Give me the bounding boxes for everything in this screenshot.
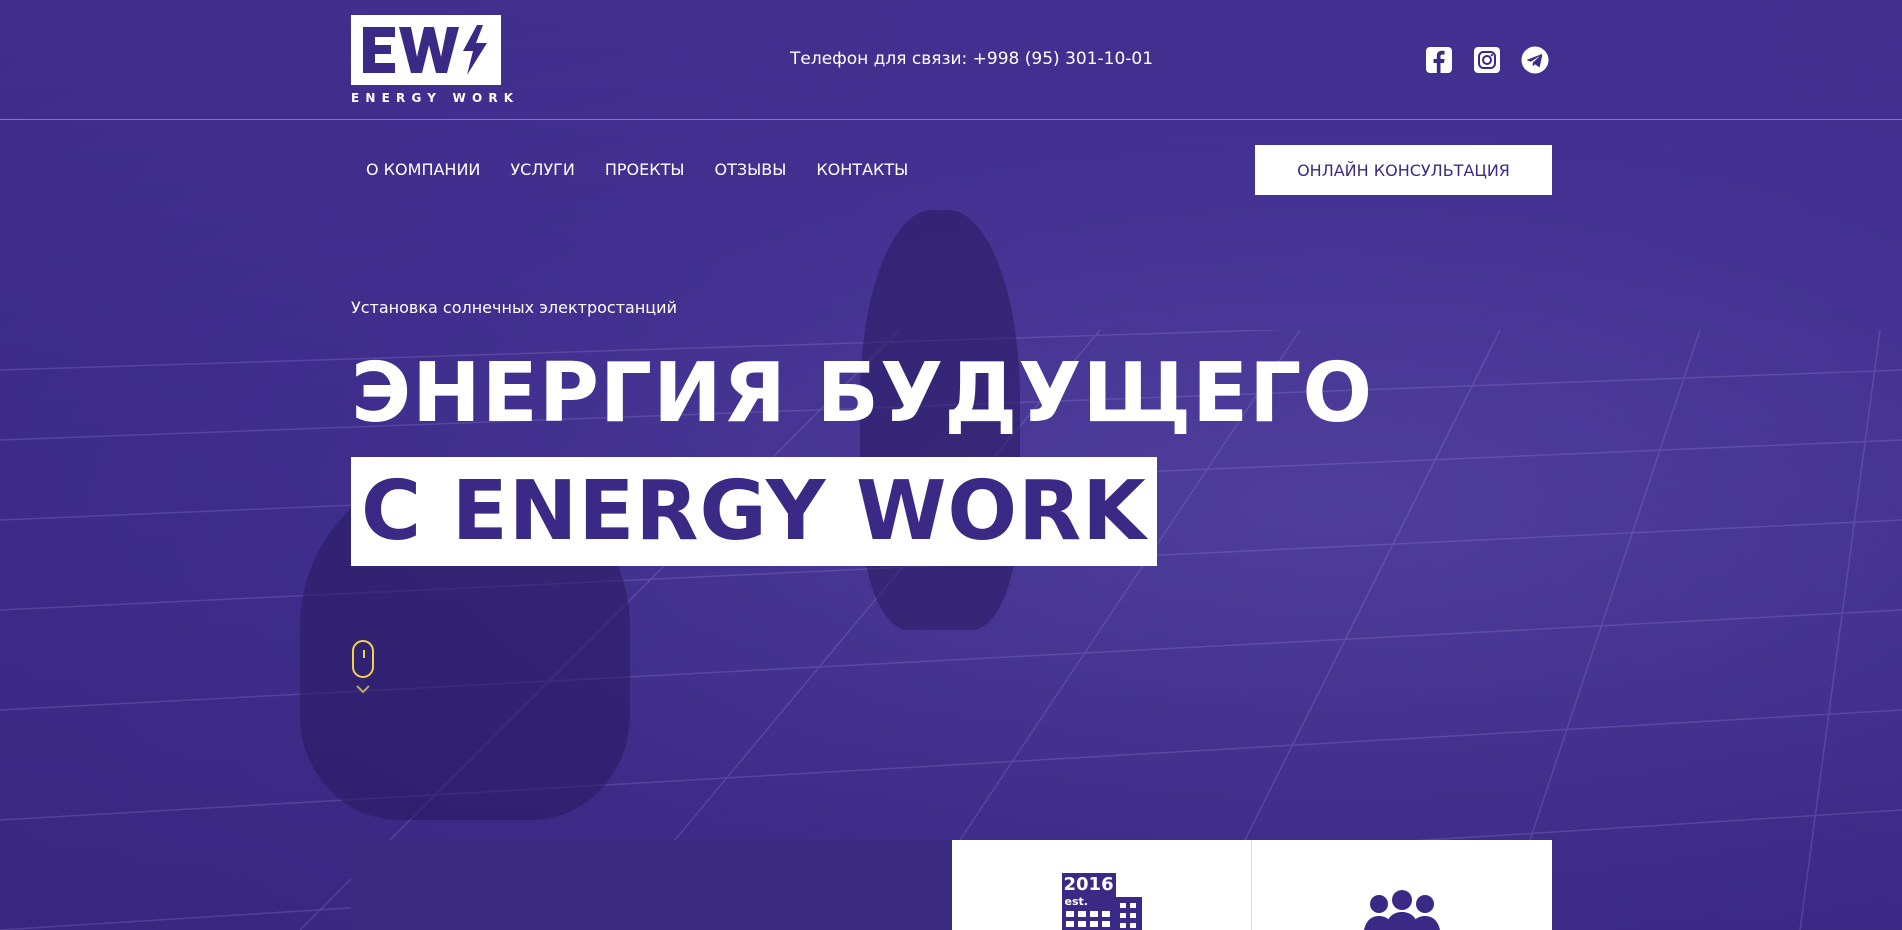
hero-title-line-2: С ENERGY WORK <box>361 463 1147 559</box>
social-links <box>1425 46 1549 74</box>
hero-title-line-1: ЭНЕРГИЯ БУДУЩЕГО <box>351 346 1374 441</box>
stats-card: 2016 est. <box>952 840 1552 930</box>
mouse-wheel <box>363 650 365 658</box>
main-nav: О КОМПАНИИ УСЛУГИ ПРОЕКТЫ ОТЗЫВЫ КОНТАКТ… <box>366 160 938 179</box>
team-people-icon <box>1363 890 1440 930</box>
logo-tagline: ENERGY WORK <box>351 91 520 105</box>
hero-title-highlight: С ENERGY WORK <box>351 457 1157 566</box>
founded-label: est. <box>1064 895 1088 908</box>
page: ENERGY WORK Телефон для связи: +998 (95)… <box>0 0 1902 930</box>
logo[interactable]: ENERGY WORK <box>351 15 520 107</box>
nav-item-services[interactable]: УСЛУГИ <box>510 160 574 179</box>
chevron-down-icon[interactable] <box>355 684 371 694</box>
telegram-icon[interactable] <box>1521 46 1549 74</box>
facebook-icon[interactable] <box>1425 46 1453 74</box>
scroll-down-mouse-icon[interactable] <box>352 640 374 678</box>
instagram-icon[interactable] <box>1473 46 1501 74</box>
logo-ew-icon <box>363 25 487 75</box>
founded-year: 2016 <box>1063 874 1114 895</box>
online-consultation-button[interactable]: ОНЛАЙН КОНСУЛЬТАЦИЯ <box>1255 145 1552 195</box>
nav-item-projects[interactable]: ПРОЕКТЫ <box>605 160 685 179</box>
stat-cell-team <box>1252 840 1551 930</box>
info-card-dark <box>351 840 952 930</box>
logo-mark <box>351 15 501 85</box>
stat-cell-founded: 2016 est. <box>952 840 1252 930</box>
nav-item-about[interactable]: О КОМПАНИИ <box>366 160 480 179</box>
building-established-icon: 2016 est. <box>1061 873 1142 930</box>
header-bar: ENERGY WORK Телефон для связи: +998 (95)… <box>0 0 1902 120</box>
contact-phone[interactable]: Телефон для связи: +998 (95) 301-10-01 <box>790 49 1153 69</box>
hero-subtitle: Установка солнечных электростанций <box>351 298 677 317</box>
nav-item-contacts[interactable]: КОНТАКТЫ <box>816 160 908 179</box>
nav-item-reviews[interactable]: ОТЗЫВЫ <box>714 160 786 179</box>
